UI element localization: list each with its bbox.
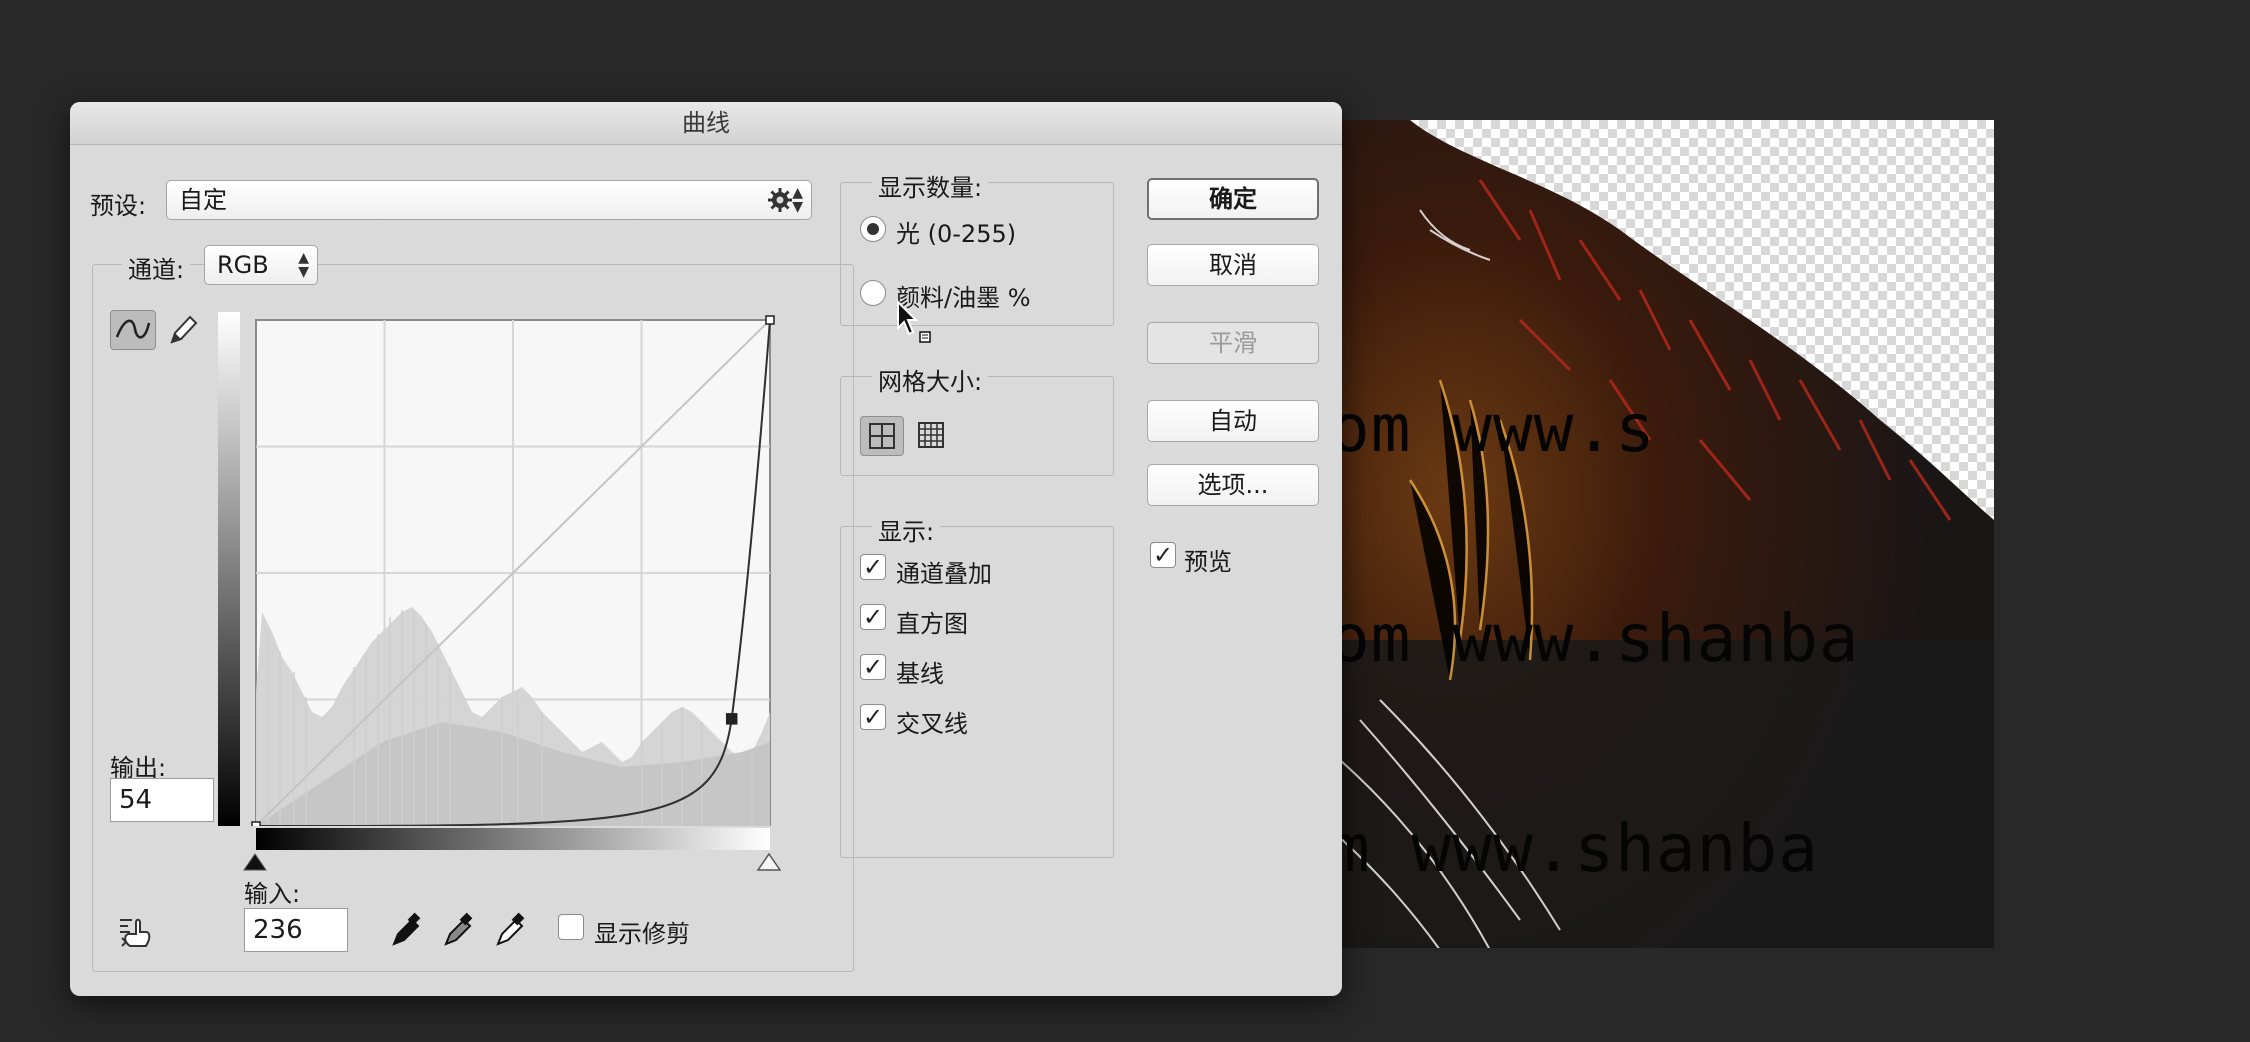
white-point-slider[interactable] bbox=[756, 852, 782, 878]
preset-select[interactable]: 自定 ▲ ▼ bbox=[166, 180, 812, 220]
channel-overlay-checkbox[interactable]: ✓ bbox=[860, 554, 886, 580]
mouse-cursor-icon bbox=[894, 298, 934, 350]
histogram-checkbox[interactable]: ✓ bbox=[860, 604, 886, 630]
preset-gear-icon[interactable] bbox=[766, 182, 806, 222]
histogram-label: 直方图 bbox=[896, 610, 968, 638]
input-field[interactable]: 236 bbox=[244, 908, 348, 952]
watermark-text-1: om www.s bbox=[1330, 390, 1656, 467]
curve-point-tool-icon[interactable] bbox=[110, 310, 156, 350]
channel-value: RGB bbox=[217, 251, 269, 279]
channel-select[interactable]: RGB ▲ ▼ bbox=[204, 245, 318, 285]
output-field[interactable]: 54 bbox=[110, 778, 214, 822]
white-eyedropper-icon[interactable] bbox=[492, 910, 528, 954]
watermark-text-3: m www.shanba bbox=[1330, 810, 1819, 887]
baseline-label: 基线 bbox=[896, 660, 944, 688]
curve-control-point[interactable] bbox=[725, 713, 738, 725]
auto-button[interactable]: 自动 bbox=[1147, 400, 1319, 442]
channel-label: 通道: bbox=[122, 250, 191, 285]
channel-overlay-label: 通道叠加 bbox=[896, 560, 992, 588]
detailed-grid-icon[interactable] bbox=[910, 416, 952, 454]
curves-dialog: 曲线 预设: 自定 ▲ ▼ 通道: RGB ▲ ▼ 输出: 54 输入: 236… bbox=[70, 102, 1342, 996]
show-clipping-checkbox[interactable] bbox=[558, 914, 584, 940]
ok-button[interactable]: 确定 bbox=[1147, 178, 1319, 220]
output-gradient-bar bbox=[218, 312, 240, 826]
on-image-adjust-hand-icon[interactable] bbox=[114, 912, 156, 956]
canvas-image: om www.s om www.shanba m www.shanba bbox=[1320, 120, 1994, 948]
intersection-line-checkbox[interactable]: ✓ bbox=[860, 704, 886, 730]
display-amount-legend: 显示数量: bbox=[872, 168, 989, 203]
black-eyedropper-icon[interactable] bbox=[388, 910, 424, 954]
show-legend: 显示: bbox=[872, 512, 941, 547]
curve-graph[interactable] bbox=[242, 312, 826, 831]
options-button[interactable]: 选项... bbox=[1147, 464, 1319, 506]
watermark-text-2: om www.shanba bbox=[1330, 600, 1860, 677]
input-label: 输入: bbox=[244, 880, 301, 908]
preset-value: 自定 bbox=[179, 186, 227, 214]
preview-checkbox[interactable]: ✓ bbox=[1150, 542, 1176, 568]
preset-label: 预设: bbox=[90, 192, 147, 220]
preview-label: 预览 bbox=[1184, 548, 1232, 576]
light-radio[interactable] bbox=[860, 216, 886, 242]
cancel-button[interactable]: 取消 bbox=[1147, 244, 1319, 286]
grid-size-legend: 网格大小: bbox=[872, 362, 989, 397]
simple-grid-icon[interactable] bbox=[860, 416, 904, 456]
curve-control-point[interactable] bbox=[251, 821, 261, 831]
show-clipping-label: 显示修剪 bbox=[594, 920, 690, 948]
baseline-checkbox[interactable]: ✓ bbox=[860, 654, 886, 680]
gray-eyedropper-icon[interactable] bbox=[440, 910, 476, 954]
dialog-title: 曲线 bbox=[70, 102, 1342, 145]
chevron-updown-icon: ▲ ▼ bbox=[298, 250, 309, 280]
smooth-button[interactable]: 平滑 bbox=[1147, 322, 1319, 364]
light-radio-label: 光 (0-255) bbox=[896, 220, 1017, 248]
pencil-tool-icon[interactable] bbox=[162, 310, 202, 352]
curve-control-point[interactable] bbox=[765, 315, 775, 325]
intersection-line-label: 交叉线 bbox=[896, 710, 968, 738]
input-gradient-bar bbox=[256, 828, 770, 850]
pigment-radio[interactable] bbox=[860, 280, 886, 306]
